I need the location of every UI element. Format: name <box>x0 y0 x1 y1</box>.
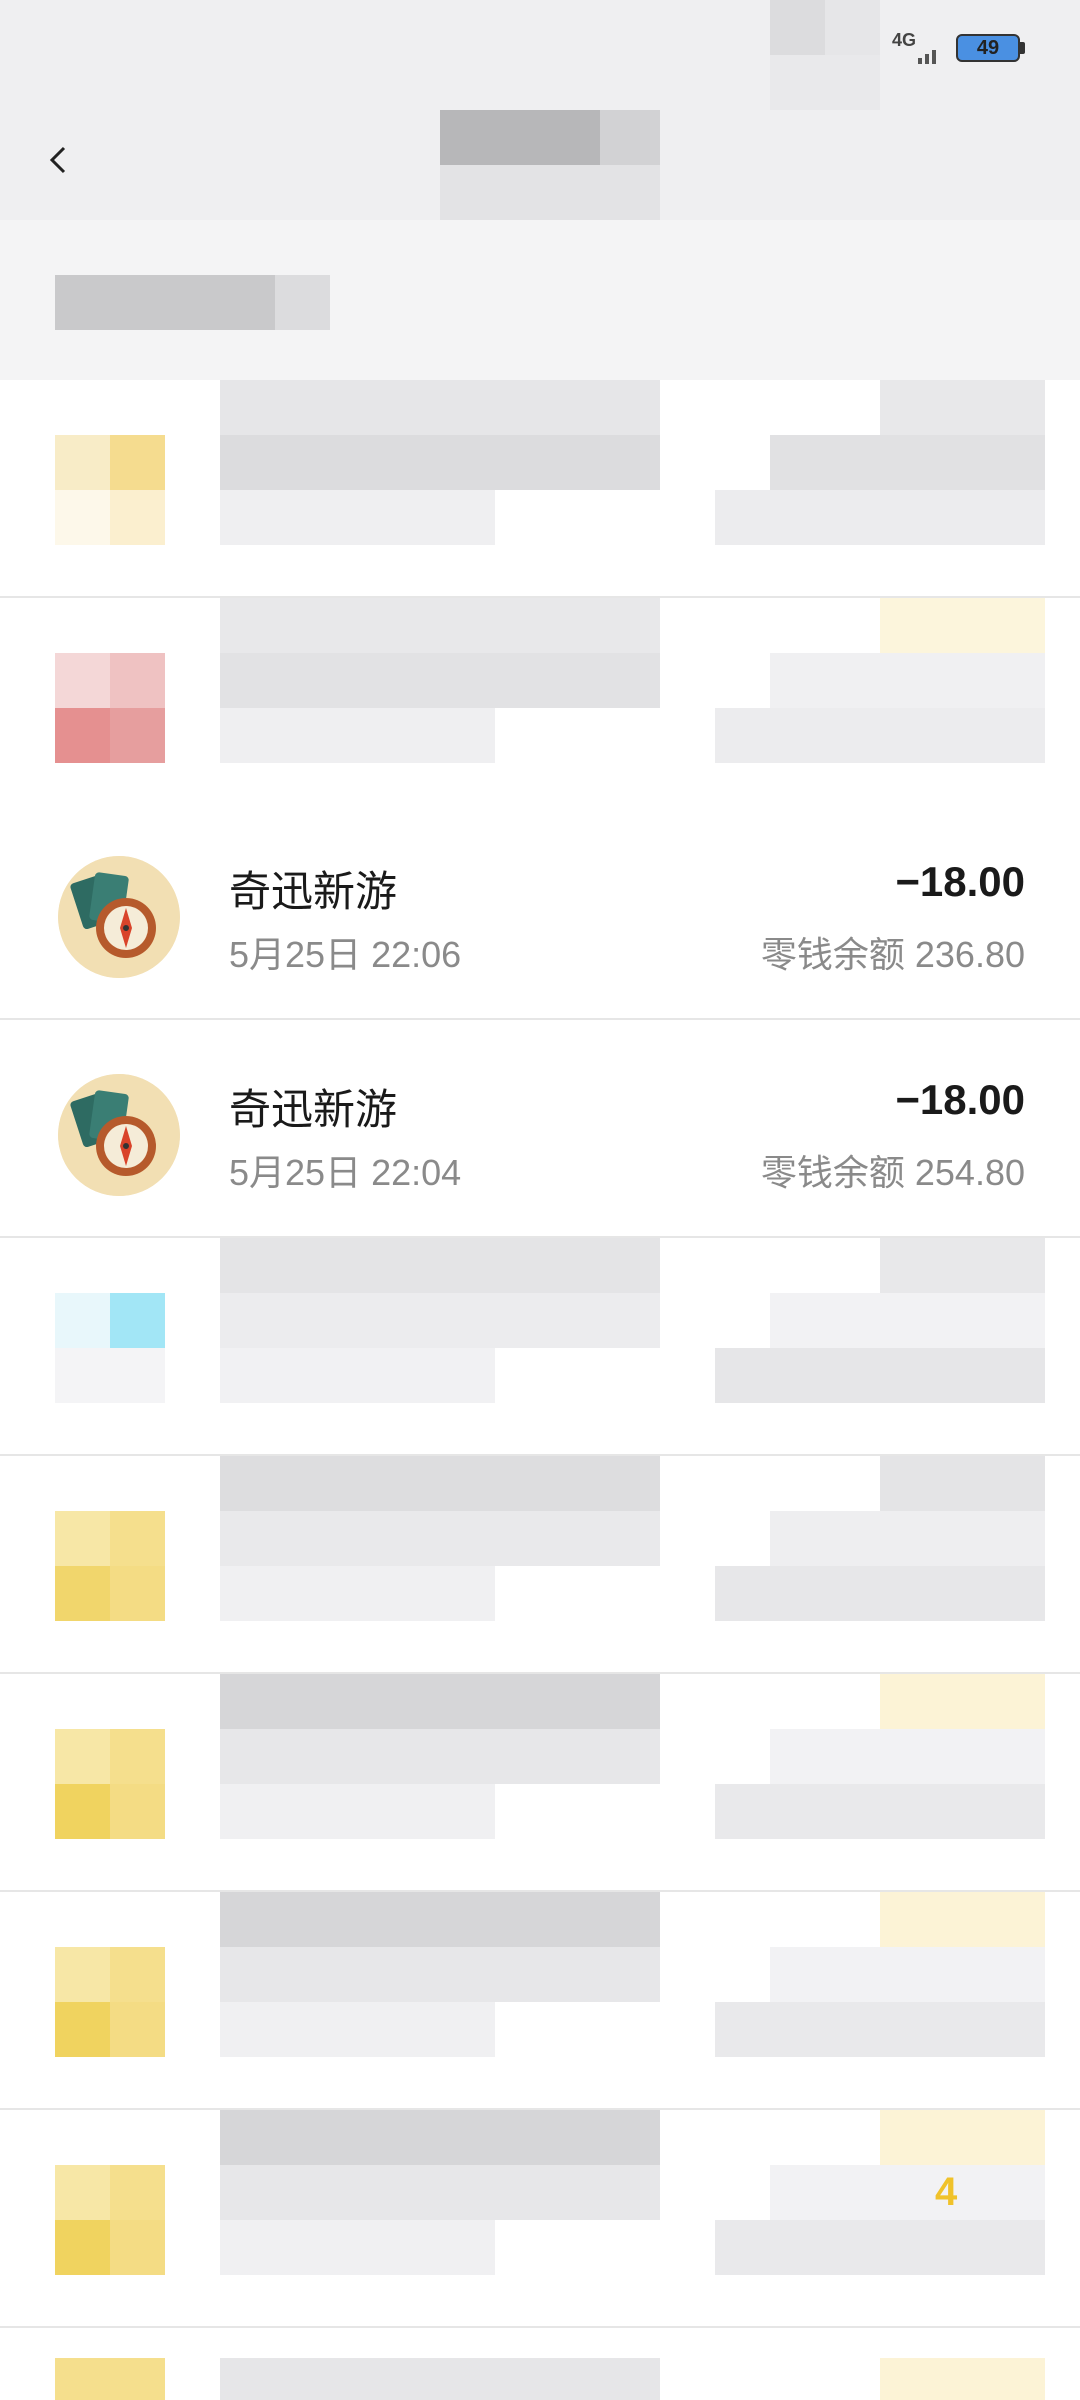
avatar-redacted <box>55 653 165 763</box>
list-item-redacted[interactable]: 4 <box>0 2110 1080 2328</box>
network-indicator: 4G <box>892 30 917 50</box>
list-item-redacted[interactable] <box>0 380 1080 598</box>
avatar-redacted <box>55 1293 165 1403</box>
filter-label-redacted-end <box>275 275 330 330</box>
transaction-amount: −18.00 <box>895 1076 1025 1123</box>
transaction-time: 5月25日 22:06 <box>229 934 462 975</box>
transaction-row[interactable]: 奇迅新游 5月25日 22:06 −18.00 零钱余额 236.80 <box>0 802 1080 1020</box>
signal-icon <box>918 50 936 64</box>
partial-amount-digit: 4 <box>935 2170 958 2214</box>
list-item-redacted[interactable] <box>0 1674 1080 1892</box>
filter-bar <box>0 220 1080 380</box>
avatar-redacted <box>55 1947 165 2057</box>
list-item-redacted[interactable] <box>0 1238 1080 1456</box>
list-item-redacted[interactable] <box>0 1456 1080 1674</box>
transaction-title: 奇迅新游 <box>229 868 398 915</box>
filter-label-redacted[interactable] <box>55 275 275 330</box>
avatar-redacted <box>55 1729 165 1839</box>
compass-cards-icon <box>58 1074 180 1196</box>
chevron-left-icon[interactable] <box>40 140 80 180</box>
avatar-redacted <box>55 2165 165 2275</box>
transaction-balance: 零钱余额 254.80 <box>760 1152 1025 1193</box>
transaction-time: 5月25日 22:04 <box>229 1152 462 1193</box>
list-item-redacted[interactable] <box>0 1892 1080 2110</box>
list-item-redacted-partial[interactable] <box>0 2328 1080 2400</box>
transaction-title: 奇迅新游 <box>229 1086 398 1133</box>
battery-level: 49 <box>976 37 1000 59</box>
transaction-row[interactable]: 奇迅新游 5月25日 22:04 −18.00 零钱余额 254.80 <box>0 1020 1080 1238</box>
battery-cap <box>1020 42 1025 54</box>
page-title-redacted <box>440 110 660 220</box>
nav-header <box>0 110 1080 220</box>
list-item-redacted[interactable] <box>0 598 1080 816</box>
avatar-redacted <box>55 1511 165 1621</box>
transaction-amount: −18.00 <box>895 858 1025 905</box>
status-bar: 4G 49 <box>0 0 1080 110</box>
compass-cards-icon <box>58 856 180 978</box>
avatar-redacted <box>55 435 165 545</box>
transaction-balance: 零钱余额 236.80 <box>760 934 1025 975</box>
